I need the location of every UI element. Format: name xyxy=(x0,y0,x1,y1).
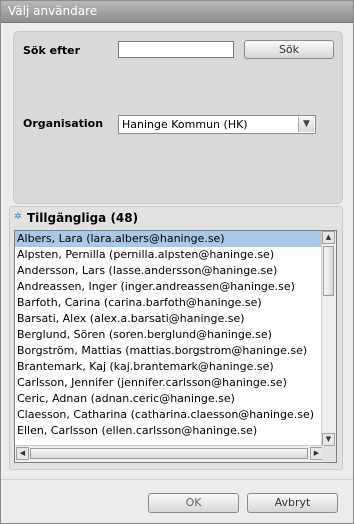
list-item[interactable]: Andersson, Lars (lasse.andersson@haninge… xyxy=(15,263,325,279)
vertical-scrollbar[interactable]: ▲ ▼ xyxy=(321,231,336,446)
search-label: Sök efter xyxy=(23,44,81,57)
list-item[interactable]: Barsati, Alex (alex.a.barsati@haninge.se… xyxy=(15,311,325,327)
ok-button[interactable]: OK xyxy=(148,493,239,513)
organisation-selected-value: Haninge Kommun (HK) xyxy=(122,118,248,131)
available-users-list[interactable]: Albers, Lara (lara.albers@haninge.se) Alp… xyxy=(14,230,337,463)
list-item[interactable]: Borgström, Mattias (mattias.borgstrom@ha… xyxy=(15,343,325,359)
scroll-up-icon[interactable]: ▲ xyxy=(322,231,335,244)
cancel-button[interactable]: Avbryt xyxy=(247,493,338,513)
list-item[interactable]: Brantemark, Kaj (kaj.brantemark@haninge.… xyxy=(15,359,325,375)
scroll-left-icon[interactable]: ◀ xyxy=(16,447,29,460)
scrollbar-corner xyxy=(322,446,336,462)
chevron-down-icon[interactable]: ▼ xyxy=(298,117,314,132)
list-item[interactable]: Carlsson, Jennifer (jennifer.carlsson@ha… xyxy=(15,375,325,391)
search-input[interactable] xyxy=(118,41,234,58)
title-bar[interactable]: Välj användare xyxy=(1,1,353,23)
organisation-select[interactable]: Haninge Kommun (HK) ▼ xyxy=(118,115,316,134)
list-item[interactable]: Claesson, Catharina (catharina.claesson@… xyxy=(15,407,325,423)
vertical-scroll-thumb[interactable] xyxy=(323,246,334,296)
dialog-title: Välj användare xyxy=(8,4,98,18)
horizontal-scrollbar[interactable]: ◀ ▶ xyxy=(15,445,324,462)
list-item[interactable]: Berglund, Sören (soren.berglund@haninge.… xyxy=(15,327,325,343)
list-item[interactable]: Ceric, Adnan (adnan.ceric@haninge.se) xyxy=(15,391,325,407)
select-user-dialog: Välj användare Sök efter Sök Organisatio… xyxy=(0,0,354,524)
available-users-panel: ✲ Tillgängliga (48) Albers, Lara (lara.a… xyxy=(9,206,343,470)
search-button[interactable]: Sök xyxy=(244,40,334,59)
horizontal-scroll-thumb[interactable] xyxy=(30,448,308,459)
list-item[interactable]: Albers, Lara (lara.albers@haninge.se) xyxy=(15,231,325,247)
footer-divider xyxy=(1,479,353,480)
available-heading: Tillgängliga (48) xyxy=(27,211,139,225)
list-item[interactable]: Ellen, Carlsson (ellen.carlsson@haninge.… xyxy=(15,423,325,439)
search-panel: Sök efter Sök Organisation Haninge Kommu… xyxy=(13,31,343,204)
list-item[interactable]: Barfoth, Carina (carina.barfoth@haninge.… xyxy=(15,295,325,311)
sparkle-icon: ✲ xyxy=(14,212,22,222)
list-item[interactable]: Alpsten, Pernilla (pernilla.alpsten@hani… xyxy=(15,247,325,263)
organisation-label: Organisation xyxy=(23,117,104,130)
list-item[interactable]: Andreassen, Inger (inger.andreassen@hani… xyxy=(15,279,325,295)
